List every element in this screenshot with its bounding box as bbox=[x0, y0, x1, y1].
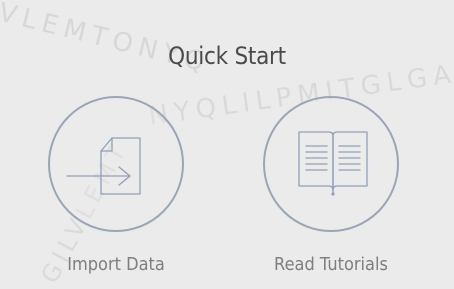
import-data-button[interactable]: Import Data bbox=[36, 96, 196, 275]
import-data-label: Import Data bbox=[67, 254, 165, 275]
read-tutorials-circle[interactable] bbox=[263, 96, 399, 232]
import-data-circle[interactable] bbox=[48, 96, 184, 232]
read-tutorials-button[interactable]: Read Tutorials bbox=[251, 96, 411, 275]
page-title: Quick Start bbox=[168, 42, 286, 70]
book-icon bbox=[298, 131, 368, 196]
read-tutorials-label: Read Tutorials bbox=[274, 254, 388, 275]
import-icon bbox=[66, 137, 141, 195]
